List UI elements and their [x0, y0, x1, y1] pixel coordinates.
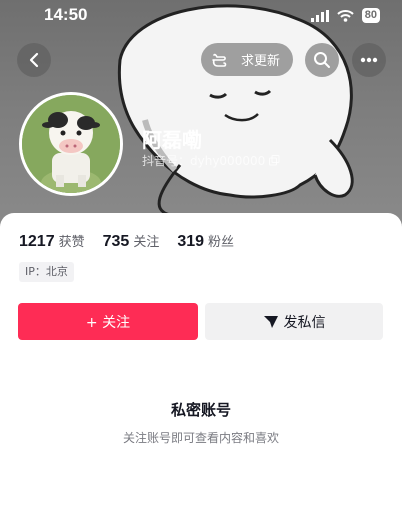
request-update-label: 求更新: [241, 54, 281, 69]
search-icon: [314, 52, 330, 68]
stat-followers[interactable]: 319 粉丝: [177, 231, 234, 251]
stat-likes-label: 获赞: [58, 235, 85, 250]
more-button[interactable]: [352, 43, 386, 77]
follow-button-label: + 关注: [85, 314, 131, 331]
battery-indicator: 80: [361, 8, 380, 23]
paper-plane-icon: [263, 315, 278, 328]
private-account-subtitle: 关注账号即可查看内容和喜欢: [122, 431, 279, 445]
send-message-label: 发私信: [283, 314, 326, 331]
search-button[interactable]: [305, 43, 339, 77]
stats-row: 1217 获赞 735 关注 319 粉丝: [19, 231, 252, 251]
stat-followers-value: 319: [177, 233, 205, 250]
send-message-button[interactable]: 发私信: [205, 303, 383, 340]
profile-nickname: 阿磊嘞: [142, 128, 202, 152]
private-account-title: 私密账号: [170, 401, 231, 419]
hand-point-icon: [212, 53, 227, 67]
ip-location-tag: IP：北京: [19, 262, 74, 282]
follow-button[interactable]: + 关注: [18, 303, 198, 340]
stat-likes[interactable]: 1217 获赞: [19, 231, 85, 251]
douyin-id-row[interactable]: 抖音号：dyhy000000: [142, 152, 280, 169]
douyin-id-text: 抖音号：dyhy000000: [142, 154, 266, 168]
request-update-button[interactable]: 求更新: [201, 43, 293, 76]
status-bar: 14:50 80: [0, 0, 402, 32]
cow-avatar-image: [22, 95, 120, 193]
stat-following-value: 735: [102, 233, 130, 250]
stat-following-label: 关注: [133, 235, 160, 250]
wifi-icon: [337, 9, 354, 22]
signal-icon: [310, 9, 329, 22]
more-dots-icon: [360, 57, 378, 63]
chevron-left-icon: [29, 52, 39, 68]
stat-following[interactable]: 735 关注: [103, 231, 160, 251]
status-time: 14:50: [44, 5, 88, 24]
profile-header: 14:50 80 求更新 阿磊嘞 抖音号：dyhy000000: [0, 0, 402, 230]
status-icons: 80: [310, 8, 380, 23]
back-button[interactable]: [17, 43, 51, 77]
avatar[interactable]: [19, 92, 123, 196]
stat-likes-value: 1217: [19, 233, 55, 250]
profile-card: 1217 获赞 735 关注 319 粉丝 IP：北京 + 关注 发私信 私密账…: [0, 213, 402, 515]
stat-followers-label: 粉丝: [208, 235, 235, 250]
copy-icon[interactable]: [269, 155, 280, 166]
